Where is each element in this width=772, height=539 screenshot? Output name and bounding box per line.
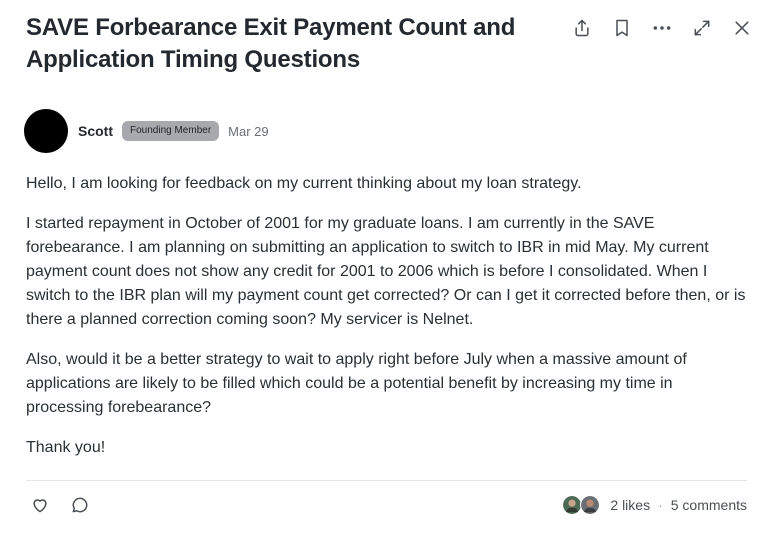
post-paragraph: I started repayment in October of 2001 f… <box>26 215 746 328</box>
close-icon <box>735 21 749 35</box>
comment-icon <box>72 497 88 513</box>
bookmark-icon <box>616 19 628 37</box>
close-button[interactable] <box>728 14 756 42</box>
post-body: Hello, I am looking for feedback on my c… <box>26 172 748 476</box>
post-paragraph: Also, would it be a better strategy to w… <box>26 351 687 416</box>
likes-count[interactable]: 2 likes <box>610 497 650 513</box>
post-paragraph: Hello, I am looking for feedback on my c… <box>26 175 582 192</box>
expand-button[interactable] <box>688 14 716 42</box>
share-button[interactable] <box>568 14 596 42</box>
post-date: Mar 29 <box>228 123 269 139</box>
expand-icon <box>694 20 710 36</box>
member-badge: Founding Member <box>122 121 220 141</box>
comment-button[interactable] <box>66 491 94 519</box>
footer-separator: · <box>658 497 663 513</box>
liker-avatars[interactable] <box>562 495 601 515</box>
comments-count[interactable]: 5 comments <box>671 497 747 513</box>
bookmark-button[interactable] <box>608 14 636 42</box>
liker-avatar <box>562 495 583 515</box>
post-footer: 2 likes · 5 comments <box>26 490 747 520</box>
more-icon <box>653 26 671 30</box>
author-row: Scott Founding Member Mar 29 <box>24 109 269 153</box>
liker-avatar <box>580 495 601 515</box>
more-button[interactable] <box>648 14 676 42</box>
post-toolbar <box>568 14 756 42</box>
heart-icon <box>33 499 47 513</box>
divider <box>26 480 747 481</box>
post-paragraph: Thank you! <box>26 439 106 456</box>
post-title: SAVE Forbearance Exit Payment Count and … <box>26 14 516 73</box>
avatar[interactable] <box>24 109 68 153</box>
share-icon <box>575 19 589 37</box>
like-button[interactable] <box>26 491 54 519</box>
author-name[interactable]: Scott <box>78 123 113 139</box>
